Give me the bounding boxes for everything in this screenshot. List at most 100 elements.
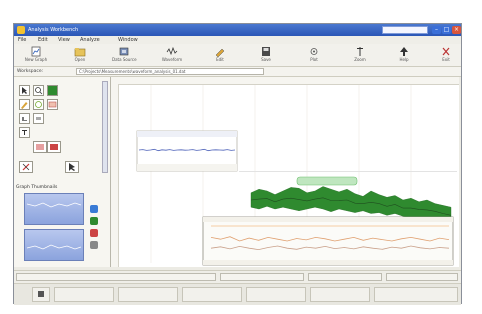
rotate-tool[interactable]	[19, 161, 33, 173]
plot-icon	[48, 101, 57, 108]
window-title: Analysis Workbench	[28, 27, 79, 33]
taskbar-item-5[interactable]	[310, 287, 370, 302]
text-icon	[22, 130, 27, 135]
taskbar-tray	[374, 287, 458, 302]
select-arrow-tool[interactable]	[19, 85, 30, 96]
shape-icon	[35, 101, 42, 108]
area-graph-baseline	[239, 171, 457, 172]
settings-icon[interactable]	[90, 241, 98, 249]
taskbar-item-2[interactable]	[118, 287, 178, 302]
overlay-graph-header	[203, 217, 453, 222]
menu-view[interactable]: View	[58, 37, 70, 43]
title-bar: Analysis Workbench – □ ×	[14, 24, 461, 36]
help-icon	[400, 47, 408, 56]
rotate-icon	[22, 163, 30, 171]
delete-tool[interactable]	[47, 141, 61, 153]
thumbnail-graph-2-preview	[26, 244, 82, 250]
menu-analyze[interactable]: Analyze	[80, 37, 100, 43]
status-segment-1	[16, 273, 216, 281]
palette-scrollbar[interactable]	[102, 81, 108, 173]
plot-tool[interactable]	[47, 99, 58, 110]
hand-icon	[22, 117, 27, 121]
waveform-label: Waveform	[161, 57, 183, 62]
zoom-icon	[357, 47, 363, 56]
chart-canvas	[136, 85, 457, 266]
new-graph-button[interactable]: New Graph	[24, 45, 48, 65]
start-button[interactable]	[32, 287, 50, 302]
edit-icon	[215, 48, 225, 57]
open-label: Open	[74, 57, 86, 62]
hand-tool[interactable]	[19, 113, 30, 124]
green-block-tool[interactable]	[47, 85, 58, 96]
close-button[interactable]: ×	[452, 26, 461, 34]
status-segment-4	[386, 273, 458, 281]
new-graph-icon	[31, 46, 41, 57]
save-button[interactable]: Save	[254, 45, 278, 65]
plot-button[interactable]: Plot	[302, 45, 326, 65]
overlay-graph-footer	[203, 260, 453, 265]
eraser-tool[interactable]	[33, 113, 44, 124]
app-icon	[17, 26, 25, 34]
maximize-button[interactable]: □	[442, 26, 451, 34]
help-button[interactable]: Help	[392, 45, 416, 65]
thumbnail-graph-2[interactable]	[24, 229, 84, 261]
address-bar: Workspace: C:\Projects\Measurements\wave…	[14, 67, 461, 77]
exit-button[interactable]: Exit	[434, 45, 458, 65]
data-source-label: Data Source	[112, 57, 137, 62]
delete-icon	[50, 144, 58, 150]
menu-edit[interactable]: Edit	[38, 37, 48, 43]
shape-tool[interactable]	[33, 99, 44, 110]
cursor-tool[interactable]	[65, 161, 79, 173]
data-source-button[interactable]: Data Source	[112, 45, 137, 65]
new-graph-label: New Graph	[24, 57, 48, 62]
minimize-button[interactable]: –	[432, 26, 441, 34]
menu-window[interactable]: Window	[118, 37, 138, 43]
taskbar-item-4[interactable]	[246, 287, 306, 302]
tool-palette	[19, 85, 81, 181]
waveform-icon	[166, 46, 178, 56]
thumbnail-side-icons	[90, 205, 100, 261]
waveform-button[interactable]: Waveform	[160, 45, 184, 65]
area-graph-label-badge[interactable]	[296, 176, 358, 186]
status-segment-2	[220, 273, 304, 281]
paint-icon	[36, 144, 44, 150]
paint-tool[interactable]	[33, 141, 47, 153]
small-graph-header	[137, 131, 237, 137]
remove-icon[interactable]	[90, 229, 98, 237]
graph-workspace[interactable]	[111, 77, 459, 267]
save-icon	[262, 47, 270, 56]
address-field[interactable]: C:\Projects\Measurements\waveform_analys…	[76, 68, 264, 75]
thumbnail-graph-1[interactable]	[24, 193, 84, 225]
toolbar: New Graph Open Data Source Waveform Edit…	[14, 44, 461, 67]
plot-label: Plot	[310, 57, 318, 62]
address-label: Workspace:	[17, 69, 44, 74]
thumbnails-header: Graph Thumbnails	[16, 185, 58, 190]
status-segment-3	[308, 273, 382, 281]
data-source-icon	[119, 47, 129, 56]
exit-label: Exit	[442, 57, 450, 62]
add-icon[interactable]	[90, 217, 98, 225]
tool-panel: Graph Thumbnails	[14, 77, 111, 267]
application-window: Analysis Workbench – □ × File Edit View …	[13, 23, 462, 305]
menu-file[interactable]: File	[18, 37, 26, 43]
search-input[interactable]	[382, 26, 428, 34]
cursor-icon	[69, 163, 75, 171]
zoom-button[interactable]: Zoom	[348, 45, 372, 65]
open-icon	[74, 48, 86, 57]
eraser-icon	[36, 117, 41, 120]
info-icon[interactable]	[90, 205, 98, 213]
text-tool[interactable]	[19, 127, 30, 138]
taskbar-item-3[interactable]	[182, 287, 242, 302]
plot-icon	[310, 48, 318, 55]
pencil-tool[interactable]	[19, 99, 30, 110]
zoom-tool[interactable]	[33, 85, 44, 96]
help-label: Help	[399, 57, 409, 62]
edit-button[interactable]: Edit	[208, 45, 232, 65]
taskbar-item-1[interactable]	[54, 287, 114, 302]
pencil-icon	[21, 102, 28, 109]
green-block-icon	[48, 86, 57, 95]
small-graph-footer	[137, 164, 237, 171]
open-button[interactable]: Open	[68, 45, 92, 65]
start-icon	[38, 291, 44, 297]
select-arrow-icon	[22, 87, 27, 94]
